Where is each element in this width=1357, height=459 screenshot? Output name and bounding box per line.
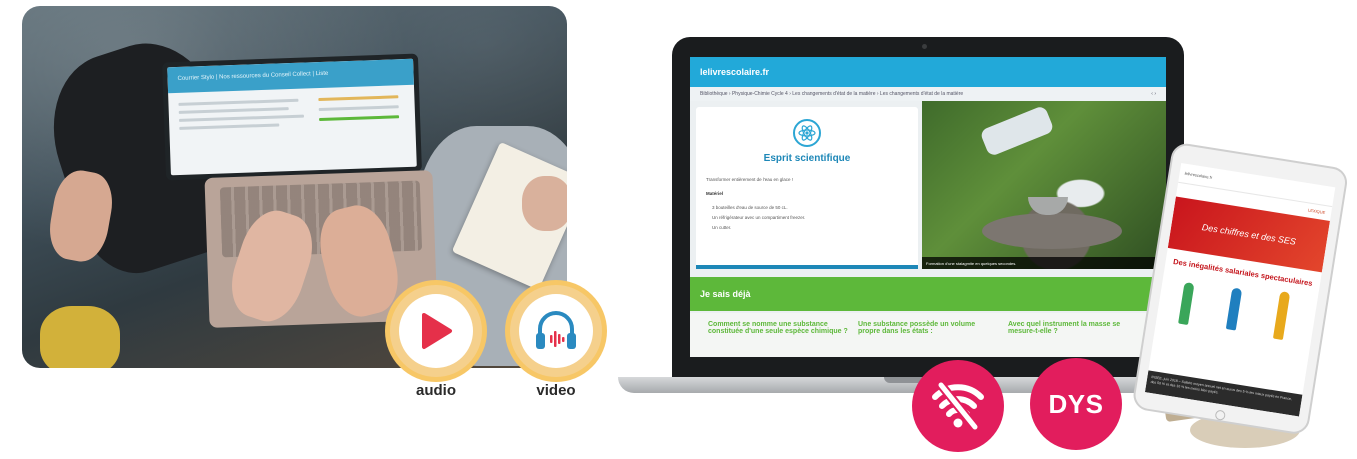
nav-arrows-icon[interactable]: ‹ › [1151, 91, 1156, 97]
atom-icon [793, 119, 821, 147]
materiel-item: Un réfrigérateur avec un compartiment fr… [712, 215, 806, 220]
laptop-screen: lelivrescolaire.fr Bibliothèque › Physiq… [690, 57, 1166, 357]
students-photo: Courrier Stylo | Nos ressources du Conse… [22, 6, 567, 368]
breadcrumb-text[interactable]: Bibliothèque › Physique-Chimie Cycle 4 ›… [700, 91, 963, 97]
breadcrumb: Bibliothèque › Physique-Chimie Cycle 4 ›… [690, 87, 1166, 101]
tablet-screen: lelivrescolaire.fr LEXIQUE Des chiffres … [1144, 162, 1336, 417]
offline-badge [912, 360, 1004, 452]
app-header: lelivrescolaire.fr [690, 57, 1166, 87]
video-label: video [536, 382, 576, 399]
play-icon [422, 313, 452, 349]
materiel-heading: Matériel [706, 191, 724, 196]
audio-label: audio [416, 382, 456, 399]
headphones-icon [536, 311, 576, 349]
photo-caption: Formation d'une stalagmite en quelques s… [922, 257, 1166, 269]
dys-label: DYS [1048, 388, 1104, 419]
materiel-item: 3 bouteilles d'eau de source de 50 cL. [712, 205, 788, 210]
wifi-off-icon [932, 381, 984, 431]
activity-card: Esprit scientifique Transformer entièrem… [696, 107, 918, 269]
marketing-illustration: Courrier Stylo | Nos ressources du Conse… [0, 0, 1357, 459]
quiz-question[interactable]: Une substance possède un volume propre d… [858, 321, 998, 336]
quiz-row: Comment se nomme une substance constitué… [690, 313, 1166, 357]
experiment-photo: Formation d'une stalagmite en quelques s… [922, 101, 1166, 269]
card-intro: Transformer entièrement de l'eau en glac… [706, 177, 793, 182]
video-button[interactable] [510, 285, 602, 377]
quiz-question[interactable]: Avec quel instrument la masse se mesure-… [1008, 321, 1148, 336]
dys-badge: DYS [1030, 358, 1122, 450]
card-title: Esprit scientifique [763, 153, 851, 164]
app-logo[interactable]: lelivrescolaire.fr [700, 67, 769, 77]
quiz-question[interactable]: Comment se nomme une substance constitué… [708, 321, 848, 336]
tablet-home-button[interactable] [1214, 409, 1226, 421]
laptop-camera [922, 44, 927, 49]
photo-laptop-screen: Courrier Stylo | Nos ressources du Conse… [162, 53, 422, 181]
photo-laptop-header: Courrier Stylo | Nos ressources du Conse… [167, 58, 414, 94]
materiel-item: Un cutter. [712, 225, 732, 230]
section-title: Je sais déjà [690, 277, 1166, 311]
audio-button[interactable] [390, 285, 482, 377]
